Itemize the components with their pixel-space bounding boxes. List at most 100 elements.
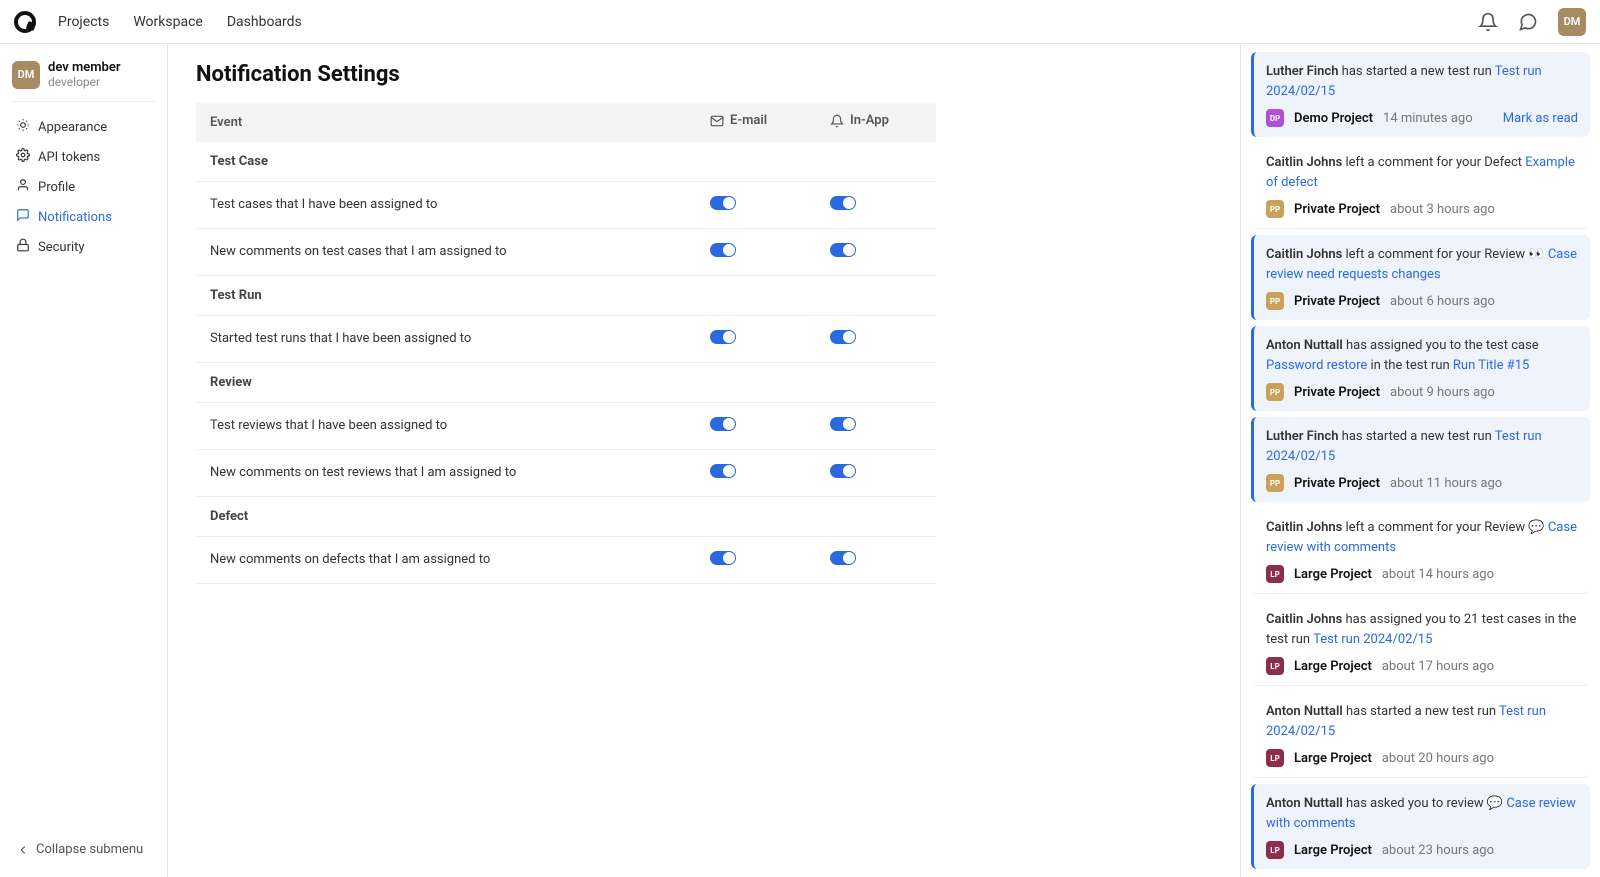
topbar: Projects Workspace Dashboards DM <box>0 0 1600 44</box>
sidebar-item-label: Notifications <box>38 210 112 225</box>
notification-item[interactable]: Caitlin Johns left a comment for your De… <box>1251 143 1590 229</box>
lock-icon <box>16 238 30 256</box>
sidebar-item-api-tokens[interactable]: API tokens <box>12 142 155 172</box>
project-badge: PP <box>1266 292 1284 310</box>
project-name: Large Project <box>1294 751 1372 766</box>
user-avatar[interactable]: DM <box>1558 8 1586 36</box>
project-badge: PP <box>1266 474 1284 492</box>
section-header: Test Case <box>196 142 936 182</box>
notification-meta: LP Large Project about 23 hours ago <box>1266 841 1578 859</box>
topbar-right: DM <box>1478 8 1586 36</box>
notifications-panel: Luther Finch has started a new test run … <box>1240 44 1600 877</box>
notification-time: about 23 hours ago <box>1382 843 1494 858</box>
notification-time: about 11 hours ago <box>1390 476 1502 491</box>
project-name: Demo Project <box>1294 111 1373 126</box>
email-toggle[interactable] <box>710 417 736 431</box>
email-toggle[interactable] <box>710 330 736 344</box>
event-label: Test reviews that I have been assigned t… <box>196 402 696 449</box>
user-role: developer <box>48 75 121 89</box>
sidebar-item-profile[interactable]: Profile <box>12 172 155 202</box>
user-name: dev member <box>48 60 121 75</box>
notification-item[interactable]: Caitlin Johns left a comment for your Re… <box>1251 508 1590 594</box>
inapp-toggle[interactable] <box>830 330 856 344</box>
chat-icon[interactable] <box>1518 12 1538 32</box>
notification-item[interactable]: Anton Nuttall has assigned you to the te… <box>1251 326 1590 411</box>
project-badge: LP <box>1266 565 1284 583</box>
project-badge: LP <box>1266 657 1284 675</box>
sidebar-item-notifications[interactable]: Notifications <box>12 202 155 232</box>
project-name: Private Project <box>1294 476 1380 491</box>
email-toggle[interactable] <box>710 551 736 565</box>
bell-icon[interactable] <box>1478 12 1498 32</box>
project-name: Large Project <box>1294 567 1372 582</box>
notification-time: about 9 hours ago <box>1390 385 1495 400</box>
project-name: Large Project <box>1294 659 1372 674</box>
email-toggle[interactable] <box>710 464 736 478</box>
notification-item[interactable]: Anton Nuttall has started a new test run… <box>1251 692 1590 778</box>
nav-workspace[interactable]: Workspace <box>133 14 203 30</box>
col-email: E-mail <box>696 103 816 142</box>
notification-text: Luther Finch has started a new test run … <box>1266 62 1578 101</box>
notification-meta: LPLarge Projectabout 14 hours ago <box>1266 565 1578 583</box>
notification-item[interactable]: Luther Finch has started a new test run … <box>1251 52 1590 137</box>
top-nav: Projects Workspace Dashboards <box>58 14 302 30</box>
chat-icon <box>16 208 30 226</box>
sidebar-item-security[interactable]: Security <box>12 232 155 262</box>
sidebar-item-appearance[interactable]: Appearance <box>12 112 155 142</box>
page-title: Notification Settings <box>196 62 1212 87</box>
project-badge: PP <box>1266 383 1284 401</box>
event-row: Test cases that I have been assigned to <box>196 181 936 228</box>
notification-time: about 3 hours ago <box>1390 202 1495 217</box>
email-toggle[interactable] <box>710 243 736 257</box>
sidebar-item-label: Profile <box>38 180 75 195</box>
collapse-submenu[interactable]: Collapse submenu <box>12 834 155 865</box>
mark-as-read[interactable]: Mark as read <box>1503 111 1578 126</box>
notification-meta: LPLarge Projectabout 20 hours ago <box>1266 749 1578 767</box>
project-name: Private Project <box>1294 294 1380 309</box>
notification-text: Caitlin Johns left a comment for your De… <box>1266 153 1578 192</box>
inapp-toggle[interactable] <box>830 196 856 210</box>
notification-item[interactable]: Anton Nuttall has asked you to review 💬 … <box>1251 784 1590 869</box>
notification-meta: LPLarge Projectabout 17 hours ago <box>1266 657 1578 675</box>
col-event: Event <box>196 103 696 142</box>
sidebar-item-label: Security <box>38 240 85 255</box>
section-header: Defect <box>196 496 936 536</box>
user-block[interactable]: DM dev member developer <box>12 56 155 102</box>
col-inapp: In-App <box>816 103 936 142</box>
event-row: New comments on test reviews that I am a… <box>196 449 936 496</box>
inapp-toggle[interactable] <box>830 464 856 478</box>
gear-icon <box>16 148 30 166</box>
sun-icon <box>16 118 30 136</box>
notification-meta: DPDemo Project14 minutes agoMark as read <box>1266 109 1578 127</box>
sidebar: DM dev member developer Appearance API to… <box>0 44 168 877</box>
notification-text: Anton Nuttall has asked you to review 💬 … <box>1266 794 1578 833</box>
chevron-left-icon <box>16 843 30 857</box>
nav-projects[interactable]: Projects <box>58 14 109 30</box>
notification-text: Caitlin Johns has assigned you to 21 tes… <box>1266 610 1578 649</box>
sidebar-item-label: API tokens <box>38 150 100 165</box>
bell-icon <box>830 114 844 128</box>
inapp-toggle[interactable] <box>830 417 856 431</box>
nav-dashboards[interactable]: Dashboards <box>227 14 302 30</box>
collapse-label: Collapse submenu <box>36 842 143 857</box>
notification-meta: PP Private Project about 9 hours ago <box>1266 383 1578 401</box>
project-name: Large Project <box>1294 843 1372 858</box>
notification-item[interactable]: Caitlin Johns left a comment for your Re… <box>1251 235 1590 320</box>
app-logo[interactable] <box>14 11 36 33</box>
inapp-toggle[interactable] <box>830 243 856 257</box>
project-badge: PP <box>1266 200 1284 218</box>
notification-meta: PP Private Project about 6 hours ago <box>1266 292 1578 310</box>
section-header: Review <box>196 362 936 402</box>
person-icon <box>16 178 30 196</box>
notification-text: Anton Nuttall has assigned you to the te… <box>1266 336 1578 375</box>
notification-item[interactable]: Luther Finch has started a new test run … <box>1251 417 1590 502</box>
email-toggle[interactable] <box>710 196 736 210</box>
project-badge: LP <box>1266 841 1284 859</box>
project-name: Private Project <box>1294 202 1380 217</box>
project-name: Private Project <box>1294 385 1380 400</box>
inapp-toggle[interactable] <box>830 551 856 565</box>
mail-icon <box>710 114 724 128</box>
event-label: Test cases that I have been assigned to <box>196 181 696 228</box>
notification-item[interactable]: Caitlin Johns has assigned you to 21 tes… <box>1251 600 1590 686</box>
notification-time: about 6 hours ago <box>1390 294 1495 309</box>
